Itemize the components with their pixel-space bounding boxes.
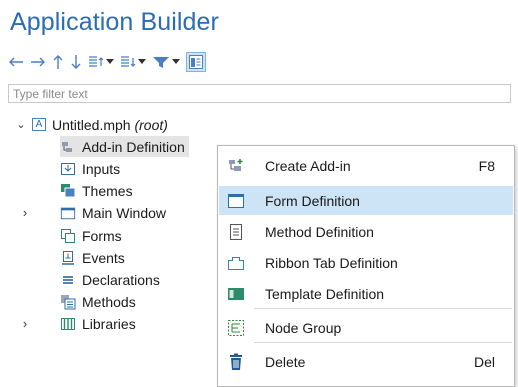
- funnel-icon: [153, 57, 169, 68]
- chevron-right-icon[interactable]: ›: [20, 205, 30, 220]
- add-in-definition-icon: [60, 139, 76, 155]
- menu-item-method-definition[interactable]: Method Definition: [219, 217, 513, 246]
- tree-item-label: Main Window: [82, 204, 167, 221]
- tree-item-label: Libraries: [82, 315, 136, 332]
- node-group-icon: [227, 319, 245, 337]
- menu-item-label: Method Definition: [265, 223, 374, 240]
- tree-item-label: Events: [82, 249, 125, 266]
- tree-item-label: Inputs: [82, 160, 121, 177]
- move-down-button[interactable]: [70, 52, 82, 72]
- chevron-right-icon[interactable]: ›: [20, 316, 30, 331]
- tree-item-label: Themes: [82, 182, 133, 199]
- events-icon: [60, 250, 76, 266]
- arrow-down-icon: [71, 55, 81, 69]
- menu-item-label: Template Definition: [265, 285, 385, 302]
- show-panel-button[interactable]: [186, 52, 206, 72]
- form-definition-icon: [227, 192, 245, 210]
- menu-item-label: Ribbon Tab Definition: [265, 254, 398, 271]
- expand-sections-button[interactable]: [88, 52, 114, 72]
- libraries-icon: [60, 316, 76, 332]
- methods-icon: [60, 294, 76, 310]
- menu-item-label: Create Add-in: [265, 157, 351, 174]
- tree-item-label: Forms: [82, 227, 122, 244]
- menu-item-shortcut: F8: [478, 157, 495, 174]
- themes-icon: [60, 183, 76, 199]
- menu-item-node-group[interactable]: Node Group: [219, 313, 513, 342]
- tree-item-libraries[interactable]: › Libraries: [18, 313, 136, 334]
- menu-item-label: Delete: [265, 353, 306, 370]
- chevron-down-icon[interactable]: ⌄: [16, 118, 26, 131]
- filter-button[interactable]: [152, 52, 180, 72]
- menu-item-template-definition[interactable]: Template Definition: [219, 279, 513, 308]
- panel-icon: [189, 55, 203, 69]
- tree-item-label: Add-in Definition: [82, 138, 185, 155]
- menu-item-label: Node Group: [265, 319, 342, 336]
- menu-item-shortcut: Del: [473, 353, 495, 370]
- menu-item-create-add-in[interactable]: Create Add-in F8: [219, 151, 513, 180]
- tree-root-label: Untitled.mph: [52, 116, 131, 133]
- template-definition-icon: [227, 285, 245, 303]
- tree-item-add-in-definition[interactable]: Add-in Definition: [60, 136, 189, 157]
- move-up-button[interactable]: [52, 52, 64, 72]
- toolbar: [8, 52, 212, 72]
- filter-input[interactable]: [8, 84, 511, 103]
- arrow-up-icon: [53, 55, 63, 69]
- forms-icon: [60, 228, 76, 244]
- arrow-right-icon: [31, 57, 45, 67]
- menu-item-ribbon-tab-definition[interactable]: Ribbon Tab Definition: [219, 248, 513, 277]
- chevron-down-icon: [172, 59, 180, 64]
- tree-item-main-window[interactable]: › Main Window: [18, 202, 166, 223]
- tree-item-label: Declarations: [82, 271, 160, 288]
- method-definition-icon: [227, 223, 245, 241]
- tree-item-events[interactable]: Events: [60, 247, 125, 268]
- inputs-icon: [60, 161, 76, 177]
- chevron-down-icon: [138, 59, 146, 64]
- forward-button[interactable]: [30, 52, 46, 72]
- menu-item-delete[interactable]: Delete Del: [219, 347, 513, 376]
- delete-icon: [227, 353, 245, 371]
- tree-item-methods[interactable]: Methods: [60, 291, 136, 312]
- tree-item-declarations[interactable]: Declarations: [60, 269, 160, 290]
- menu-item-label: Form Definition: [265, 192, 360, 209]
- tree-item-inputs[interactable]: Inputs: [60, 158, 120, 179]
- collapse-sections-button[interactable]: [120, 52, 146, 72]
- arrow-left-icon: [9, 57, 23, 67]
- context-menu: Create Add-in F8 Form Definition Method …: [217, 145, 515, 387]
- menu-item-form-definition[interactable]: Form Definition: [219, 186, 513, 215]
- list-up-icon: [89, 56, 104, 67]
- create-add-in-icon: [227, 157, 245, 175]
- tree-root-suffix: (root): [134, 116, 168, 133]
- chevron-down-icon: [106, 59, 114, 64]
- declarations-icon: [60, 272, 76, 288]
- list-down-icon: [121, 56, 136, 67]
- tree-item-themes[interactable]: Themes: [60, 180, 133, 201]
- ribbon-tab-icon: [227, 254, 245, 272]
- page-title: Application Builder: [10, 8, 219, 36]
- tree-item-forms[interactable]: Forms: [60, 225, 122, 246]
- menu-separator: [254, 308, 512, 309]
- application-badge-icon: A: [32, 118, 46, 131]
- main-window-icon: [60, 205, 76, 221]
- tree-item-label: Methods: [82, 293, 136, 310]
- tree-root[interactable]: ⌄ A Untitled.mph (root): [16, 114, 168, 135]
- back-button[interactable]: [8, 52, 24, 72]
- menu-separator: [254, 342, 512, 343]
